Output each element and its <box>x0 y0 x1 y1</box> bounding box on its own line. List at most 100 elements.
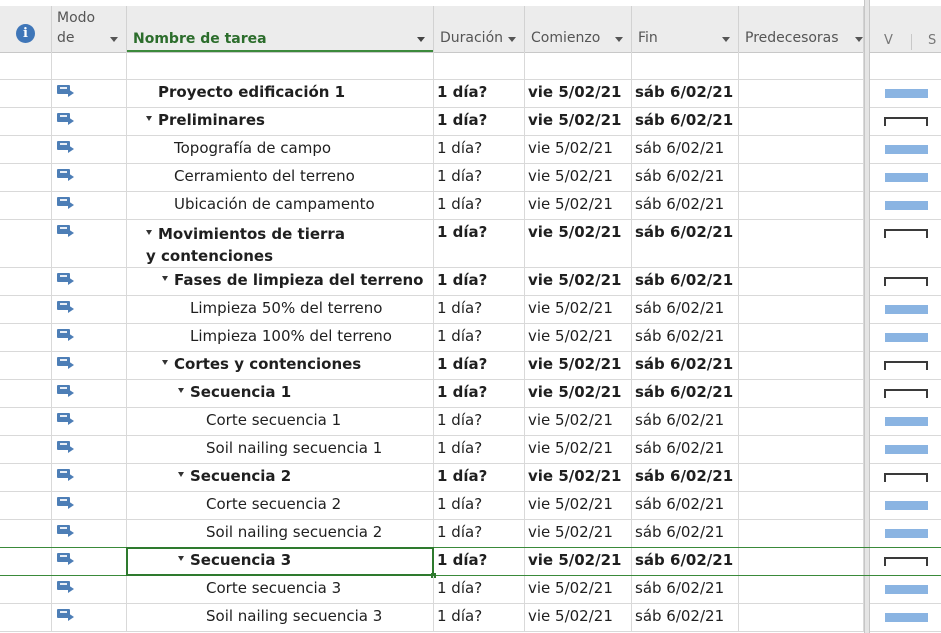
task-name-cell[interactable]: Corte secuencia 1 <box>127 408 434 436</box>
table-row[interactable]: Secuencia 3 1 día? vie 5/02/21 sáb 6/02/21 <box>0 548 941 576</box>
indicators-cell[interactable] <box>0 352 52 380</box>
task-name-cell[interactable]: Proyecto edificación 1 <box>127 80 434 108</box>
task-bar[interactable] <box>885 333 928 342</box>
task-name-cell[interactable]: Cerramiento del terreno <box>127 164 434 192</box>
task-name-cell[interactable]: Cortes y contenciones <box>127 352 434 380</box>
end-cell[interactable]: sáb 6/02/21 <box>632 436 739 464</box>
predecessors-cell[interactable] <box>739 324 864 352</box>
duration-cell[interactable]: 1 día? <box>434 576 525 604</box>
collapse-triangle-icon[interactable] <box>162 276 168 281</box>
indicators-cell[interactable] <box>0 604 52 632</box>
task-mode-cell[interactable] <box>52 108 127 136</box>
indicators-column-header[interactable]: i <box>0 6 52 52</box>
summary-bar[interactable] <box>884 361 928 370</box>
task-name-column-header[interactable]: Nombre de tarea <box>127 6 434 52</box>
task-name-cell[interactable]: Corte secuencia 2 <box>127 492 434 520</box>
predecessors-cell[interactable] <box>739 192 864 220</box>
start-cell[interactable]: vie 5/02/21 <box>525 520 632 548</box>
end-cell[interactable]: sáb 6/02/21 <box>632 164 739 192</box>
task-name-cell[interactable]: Ubicación de campamento <box>127 192 434 220</box>
start-cell[interactable]: vie 5/02/21 <box>525 380 632 408</box>
start-cell[interactable]: vie 5/02/21 <box>525 164 632 192</box>
indicators-cell[interactable] <box>0 220 52 268</box>
table-cell[interactable] <box>525 52 632 80</box>
indicators-cell[interactable] <box>0 408 52 436</box>
summary-bar[interactable] <box>884 389 928 398</box>
chevron-down-icon[interactable] <box>722 37 730 42</box>
predecessors-cell[interactable] <box>739 108 864 136</box>
summary-bar[interactable] <box>884 473 928 482</box>
predecessors-cell[interactable] <box>739 436 864 464</box>
table-cell[interactable] <box>632 52 739 80</box>
end-cell[interactable]: sáb 6/02/21 <box>632 268 739 296</box>
duration-cell[interactable]: 1 día? <box>434 220 525 268</box>
task-mode-cell[interactable] <box>52 268 127 296</box>
end-cell[interactable]: sáb 6/02/21 <box>632 220 739 268</box>
duration-cell[interactable]: 1 día? <box>434 548 525 576</box>
end-cell[interactable]: sáb 6/02/21 <box>632 352 739 380</box>
start-cell[interactable]: vie 5/02/21 <box>525 268 632 296</box>
task-mode-cell[interactable] <box>52 604 127 632</box>
task-name-cell[interactable]: Soil nailing secuencia 2 <box>127 520 434 548</box>
indicators-cell[interactable] <box>0 268 52 296</box>
start-cell[interactable]: vie 5/02/21 <box>525 436 632 464</box>
start-cell[interactable]: vie 5/02/21 <box>525 80 632 108</box>
task-bar[interactable] <box>885 529 928 538</box>
predecessors-cell[interactable] <box>739 136 864 164</box>
duration-cell[interactable]: 1 día? <box>434 604 525 632</box>
collapse-triangle-icon[interactable] <box>146 230 152 235</box>
duration-cell[interactable]: 1 día? <box>434 380 525 408</box>
task-name-cell[interactable]: Limpieza 50% del terreno <box>127 296 434 324</box>
task-mode-cell[interactable] <box>52 220 127 268</box>
indicators-cell[interactable] <box>0 136 52 164</box>
start-cell[interactable]: vie 5/02/21 <box>525 604 632 632</box>
predecessors-column-header[interactable]: Predecesoras <box>739 6 864 52</box>
predecessors-cell[interactable] <box>739 80 864 108</box>
predecessors-cell[interactable] <box>739 296 864 324</box>
collapse-triangle-icon[interactable] <box>146 116 152 121</box>
task-bar[interactable] <box>885 585 928 594</box>
predecessors-cell[interactable] <box>739 492 864 520</box>
start-cell[interactable]: vie 5/02/21 <box>525 108 632 136</box>
table-row[interactable]: Soil nailing secuencia 3 1 día? vie 5/02/2… <box>0 604 941 632</box>
table-row[interactable]: Secuencia 2 1 día? vie 5/02/21 sáb 6/02/21 <box>0 464 941 492</box>
table-row[interactable]: Cortes y contenciones 1 día? vie 5/02/21 sá… <box>0 352 941 380</box>
predecessors-cell[interactable] <box>739 604 864 632</box>
chevron-down-icon[interactable] <box>508 37 516 42</box>
task-mode-cell[interactable] <box>52 192 127 220</box>
task-name-cell[interactable]: Secuencia 1 <box>127 380 434 408</box>
table-row[interactable]: Topografía de campo 1 día? vie 5/02/21 sáb … <box>0 136 941 164</box>
predecessors-cell[interactable] <box>739 520 864 548</box>
end-cell[interactable]: sáb 6/02/21 <box>632 296 739 324</box>
task-bar[interactable] <box>885 501 928 510</box>
predecessors-cell[interactable] <box>739 380 864 408</box>
start-cell[interactable]: vie 5/02/21 <box>525 220 632 268</box>
task-mode-cell[interactable] <box>52 520 127 548</box>
table-row[interactable]: Corte secuencia 1 1 día? vie 5/02/21 sáb 6/… <box>0 408 941 436</box>
start-cell[interactable]: vie 5/02/21 <box>525 192 632 220</box>
table-row[interactable]: Fases de limpieza del terreno 1 día? vie 5… <box>0 268 941 296</box>
end-column-header[interactable]: Fin <box>632 6 739 52</box>
end-cell[interactable]: sáb 6/02/21 <box>632 492 739 520</box>
predecessors-cell[interactable] <box>739 548 864 576</box>
indicators-cell[interactable] <box>0 164 52 192</box>
task-bar[interactable] <box>885 145 928 154</box>
end-cell[interactable]: sáb 6/02/21 <box>632 136 739 164</box>
indicators-cell[interactable] <box>0 108 52 136</box>
task-mode-cell[interactable] <box>52 164 127 192</box>
duration-cell[interactable]: 1 día? <box>434 108 525 136</box>
summary-bar[interactable] <box>884 277 928 286</box>
end-cell[interactable]: sáb 6/02/21 <box>632 192 739 220</box>
indicators-cell[interactable] <box>0 80 52 108</box>
summary-bar[interactable] <box>884 229 928 238</box>
duration-cell[interactable]: 1 día? <box>434 408 525 436</box>
task-bar[interactable] <box>885 445 928 454</box>
task-mode-cell[interactable] <box>52 380 127 408</box>
table-row[interactable]: Limpieza 100% del terreno 1 día? vie 5/02/… <box>0 324 941 352</box>
table-row[interactable]: Soil nailing secuencia 1 1 día? vie 5/02/2… <box>0 436 941 464</box>
task-bar[interactable] <box>885 201 928 210</box>
start-cell[interactable]: vie 5/02/21 <box>525 548 632 576</box>
task-name-cell[interactable]: Soil nailing secuencia 1 <box>127 436 434 464</box>
end-cell[interactable]: sáb 6/02/21 <box>632 548 739 576</box>
chevron-down-icon[interactable] <box>110 37 118 42</box>
